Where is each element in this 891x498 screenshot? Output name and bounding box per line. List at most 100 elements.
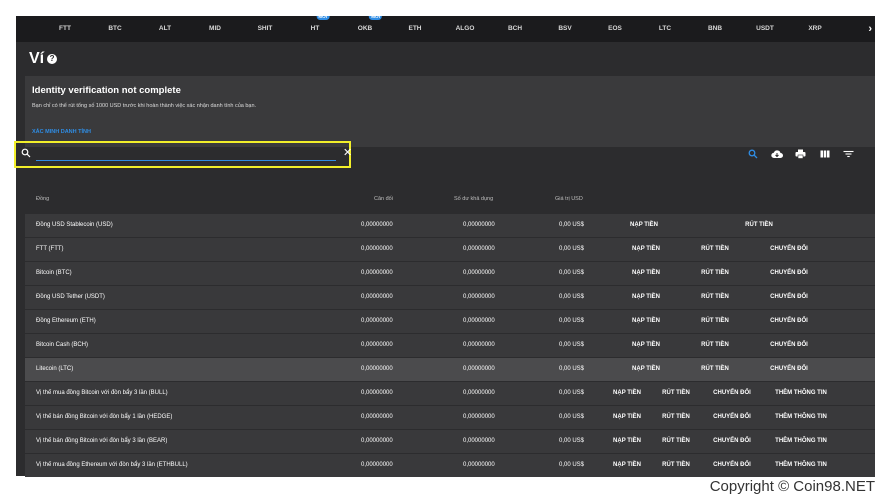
row-action-button[interactable]: THÊM THÔNG TIN [775,406,827,429]
table-row[interactable]: Đồng Ethereum (ETH) 0,00000000 0,00000000 0… [25,309,875,333]
row-action-button[interactable]: CHUYỂN ĐỔI [770,286,808,309]
nav-next-button[interactable]: › [868,16,872,42]
header-coin[interactable]: Đồng [36,190,49,208]
help-icon[interactable]: ? [47,54,58,64]
nav-item-xrp[interactable]: XRP [808,16,821,42]
row-action-button[interactable]: THÊM THÔNG TIN [775,382,827,405]
available-value: 0,00000000 [463,438,495,444]
balance-value: 0,00000000 [361,390,393,396]
verify-identity-link[interactable]: XÁC MINH DANH TÍNH [32,129,91,135]
nav-item-ftt[interactable]: FTT [59,16,71,42]
nav-item-bsv[interactable]: BSV [558,16,571,42]
new-badge: MỚI [369,16,383,20]
nav-item-label: MID [209,25,221,32]
row-action-button[interactable]: RÚT TIỀN [662,382,690,405]
row-action-button[interactable]: NẠP TIỀN [632,310,660,333]
columns-icon[interactable] [820,149,830,159]
row-action-button[interactable]: NẠP TIỀN [632,238,660,261]
row-action-button[interactable]: NẠP TIỀN [630,214,658,237]
nav-item-eth[interactable]: ETH [409,16,422,42]
row-action-button[interactable]: CHUYỂN ĐỔI [770,310,808,333]
balance-value: 0,00000000 [361,318,393,324]
row-action-button[interactable]: NẠP TIỀN [613,454,641,477]
search-input[interactable] [36,146,336,161]
nav-item-shit[interactable]: SHIT [258,16,273,42]
row-action-button[interactable]: CHUYỂN ĐỔI [713,430,751,453]
cloud-download-icon[interactable] [771,149,783,159]
nav-item-algo[interactable]: ALGO [456,16,475,42]
nav-item-eos[interactable]: EOS [608,16,622,42]
nav-item-bnb[interactable]: BNB [708,16,722,42]
table-row[interactable]: Vị thế mua đồng Ethereum với đòn bẩy 3 l… [25,453,875,477]
nav-item-usdt[interactable]: USDT [756,16,774,42]
header-usd-value[interactable]: Giá trị USD [555,190,583,208]
table-row[interactable]: Vị thế bán đồng Bitcoin với đòn bẩy 3 lầ… [25,429,875,453]
table-header: Đồng Cân đối Số dư khả dụng Giá trị USD [25,190,875,208]
nav-item-label: HT [310,25,320,32]
table-row[interactable]: Bitcoin (BTC) 0,00000000 0,00000000 0,00 US… [25,261,875,285]
nav-item-label: OKB [357,25,373,32]
copyright-text: Copyright © Coin98.NET [709,478,875,495]
row-action-button[interactable]: RÚT TIỀN [662,430,690,453]
row-action-button[interactable]: RÚT TIỀN [745,214,773,237]
new-badge: MỚI [316,16,330,20]
coin-name: FTT (FTT) [36,246,64,252]
nav-item-ht[interactable]: HT MỚI [310,16,330,42]
table-row[interactable]: Litecoin (LTC) 0,00000000 0,00000000 0,00 U… [25,357,875,381]
search-toolbar-icon[interactable] [748,149,758,159]
usd-value: 0,00 US$ [559,414,585,420]
row-action-button[interactable]: CHUYỂN ĐỔI [770,358,808,381]
row-action-button[interactable]: RÚT TIỀN [662,454,690,477]
header-balance[interactable]: Cân đối [374,190,393,208]
nav-item-mid[interactable]: MID [209,16,221,42]
balance-value: 0,00000000 [361,246,393,252]
row-action-button[interactable]: NẠP TIỀN [613,382,641,405]
table-row[interactable]: Đồng USD Tether (USDT) 0,00000000 0,000000… [25,285,875,309]
balance-value: 0,00000000 [361,414,393,420]
row-action-button[interactable]: THÊM THÔNG TIN [775,430,827,453]
nav-item-btc[interactable]: BTC [108,16,121,42]
table-row[interactable]: Đồng USD Stablecoin (USD) 0,00000000 0,000… [25,213,875,237]
available-value: 0,00000000 [463,390,495,396]
search-icon [21,148,31,158]
row-action-button[interactable]: RÚT TIỀN [701,358,729,381]
row-action-button[interactable]: NẠP TIỀN [632,334,660,357]
row-action-button[interactable]: NẠP TIỀN [613,430,641,453]
nav-item-okb[interactable]: OKB MỚI [357,16,383,42]
nav-item-bch[interactable]: BCH [508,16,522,42]
nav-item-label: EOS [608,25,622,32]
row-action-button[interactable]: CHUYỂN ĐỔI [770,334,808,357]
table-row[interactable]: FTT (FTT) 0,00000000 0,00000000 0,00 US$ NẠP… [25,237,875,261]
usd-value: 0,00 US$ [559,462,585,468]
row-action-button[interactable]: RÚT TIỀN [701,310,729,333]
nav-item-ltc[interactable]: LTC [659,16,671,42]
row-action-button[interactable]: RÚT TIỀN [701,286,729,309]
row-action-button[interactable]: CHUYỂN ĐỔI [713,382,751,405]
row-action-button[interactable]: RÚT TIỀN [701,262,729,285]
row-action-button[interactable]: NẠP TIỀN [632,262,660,285]
row-action-button[interactable]: THÊM THÔNG TIN [775,454,827,477]
row-action-button[interactable]: RÚT TIỀN [701,238,729,261]
row-action-button[interactable]: RÚT TIỀN [662,406,690,429]
coin-name: Bitcoin (BTC) [36,270,72,276]
row-action-button[interactable]: CHUYỂN ĐỔI [713,454,751,477]
verification-title: Identity verification not complete [32,85,181,96]
nav-item-alt[interactable]: ALT [159,16,171,42]
clear-search-icon[interactable]: ✕ [343,147,352,159]
row-action-button[interactable]: CHUYỂN ĐỔI [713,406,751,429]
balance-value: 0,00000000 [361,462,393,468]
row-action-button[interactable]: NẠP TIỀN [632,358,660,381]
print-icon[interactable] [795,149,806,159]
available-value: 0,00000000 [463,318,495,324]
header-available[interactable]: Số dư khả dụng [454,190,493,208]
table-row[interactable]: Bitcoin Cash (BCH) 0,00000000 0,00000000 0,… [25,333,875,357]
row-action-button[interactable]: NẠP TIỀN [613,406,641,429]
row-action-button[interactable]: CHUYỂN ĐỔI [770,262,808,285]
filter-icon[interactable] [843,149,854,159]
table-row[interactable]: Vị thế bán đồng Bitcoin với đòn bẩy 1 lầ… [25,405,875,429]
nav-item-label: XRP [808,25,822,32]
row-action-button[interactable]: NẠP TIỀN [632,286,660,309]
table-row[interactable]: Vị thế mua đồng Bitcoin với đòn bẩy 3 lầ… [25,381,875,405]
row-action-button[interactable]: RÚT TIỀN [701,334,729,357]
row-action-button[interactable]: CHUYỂN ĐỔI [770,238,808,261]
